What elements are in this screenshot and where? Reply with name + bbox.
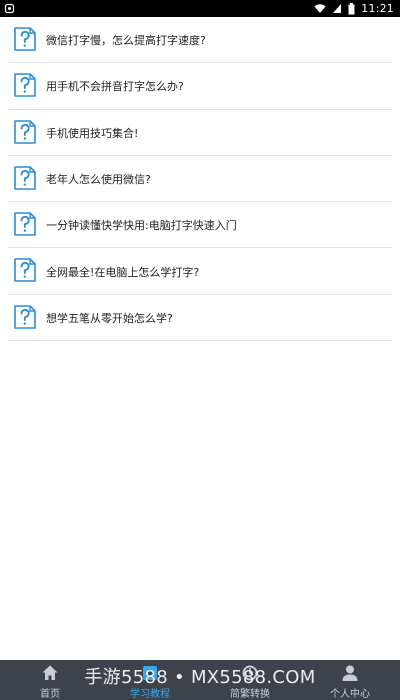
question-doc-icon	[14, 119, 36, 144]
tab-tutorials[interactable]: 学习教程	[100, 660, 200, 700]
question-doc-icon	[14, 304, 36, 329]
list-item[interactable]: 老年人怎么使用微信?	[0, 156, 400, 203]
list-item-title: 微信打字慢，怎么提高打字速度?	[46, 34, 206, 48]
notification-icon	[4, 3, 15, 14]
user-icon	[342, 665, 358, 681]
tutorial-list: 微信打字慢，怎么提高打字速度? 用手机不会拼音打字怎么办? 手机使用技巧集合! …	[0, 17, 400, 342]
bottom-tab-bar: 首页 学习教程 简繁转换 个人中心	[0, 660, 400, 700]
tab-home[interactable]: 首页	[0, 660, 100, 700]
question-doc-icon	[14, 258, 36, 283]
list-item[interactable]: 微信打字慢，怎么提高打字速度?	[0, 17, 400, 64]
question-doc-icon	[14, 166, 36, 190]
question-doc-icon	[14, 212, 36, 236]
list-item-title: 手机使用技巧集合!	[46, 126, 139, 140]
signal-icon	[333, 4, 342, 13]
wifi-icon	[314, 4, 326, 13]
list-item[interactable]: 手机使用技巧集合!	[0, 110, 400, 157]
list-item-title: 一分钟读懂快学快用:电脑打字快速入门	[46, 219, 237, 233]
tab-label: 学习教程	[130, 689, 170, 700]
list-item[interactable]: 用手机不会拼音打字怎么办?	[0, 63, 400, 110]
play-icon	[143, 666, 157, 680]
list-item-title: 想学五笔从零开始怎么学?	[46, 311, 173, 325]
list-item-title: 全网最全!在电脑上怎么学打字?	[46, 265, 200, 279]
status-time: 11:21	[361, 2, 394, 15]
tab-convert[interactable]: 简繁转换	[200, 660, 300, 700]
list-item-title: 老年人怎么使用微信?	[46, 173, 151, 187]
tab-label: 首页	[40, 689, 60, 700]
list-item[interactable]: 想学五笔从零开始怎么学?	[0, 295, 400, 342]
convert-icon	[242, 665, 258, 681]
tab-label: 个人中心	[330, 689, 370, 700]
tab-label: 简繁转换	[230, 689, 270, 700]
list-item[interactable]: 全网最全!在电脑上怎么学打字?	[0, 248, 400, 296]
home-icon	[42, 665, 58, 680]
list-item-title: 用手机不会拼音打字怎么办?	[46, 80, 184, 94]
question-doc-icon	[14, 73, 36, 98]
battery-icon	[348, 2, 355, 14]
status-bar: 11:21	[0, 0, 400, 17]
list-item[interactable]: 一分钟读懂快学快用:电脑打字快速入门	[0, 202, 400, 249]
question-doc-icon	[14, 27, 36, 51]
tab-profile[interactable]: 个人中心	[300, 660, 400, 700]
